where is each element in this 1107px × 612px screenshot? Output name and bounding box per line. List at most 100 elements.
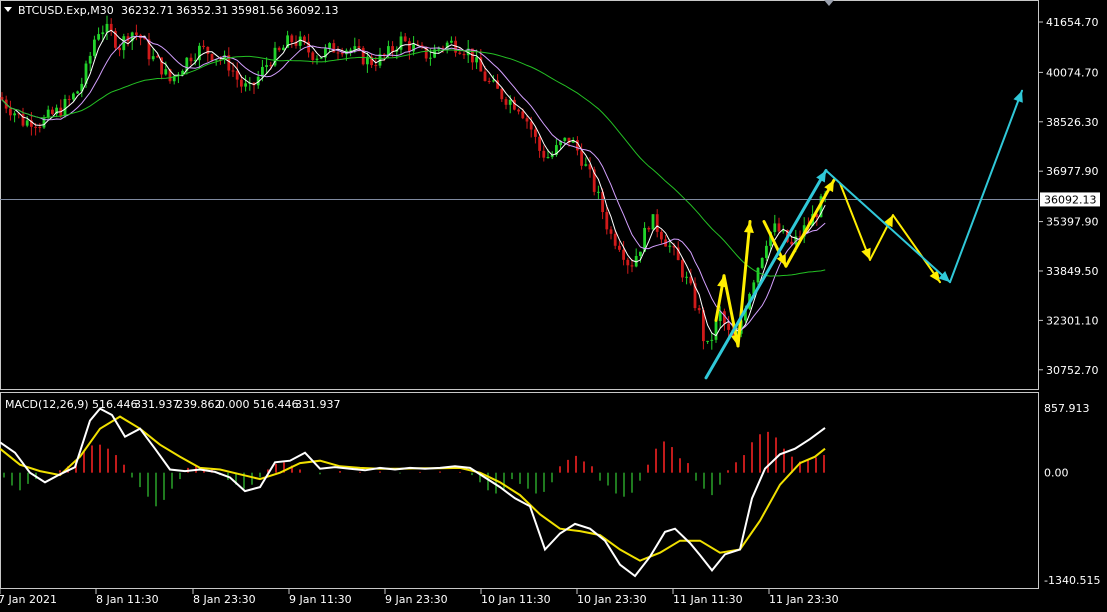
candle-body (458, 52, 462, 54)
chart-background (0, 0, 1107, 608)
candle-body (534, 129, 537, 137)
ohlc-close: 36092.13 (286, 4, 339, 17)
candle-body (710, 339, 714, 341)
candle-body (647, 227, 651, 230)
candle-body (25, 120, 29, 126)
macd-value-1: 516.446 (92, 398, 138, 411)
candle-body (408, 41, 411, 52)
candle-body (563, 137, 567, 141)
candle-body (525, 118, 529, 122)
candle-body (462, 53, 466, 56)
candle-body (760, 257, 764, 268)
candle-body (618, 245, 621, 250)
candle-body (681, 260, 684, 278)
candle-body (504, 99, 508, 105)
candle-body (622, 249, 625, 260)
candle-body (156, 56, 159, 58)
candle-body (311, 52, 315, 60)
candle-body (538, 136, 541, 151)
candle-body (97, 34, 100, 40)
price-tick-label: 30752.70 (1046, 364, 1099, 377)
candle-body (357, 46, 361, 48)
candle-body (580, 150, 583, 166)
symbol-label: BTCUSD.Exp,M30 (18, 4, 114, 17)
candle-body (235, 70, 239, 80)
candle-body (508, 99, 512, 105)
macd-tick-label: 857.913 (1044, 402, 1090, 415)
candle-body (72, 93, 75, 100)
candle-body (387, 46, 390, 55)
time-tick-label: 8 Jan 23:30 (193, 593, 256, 606)
candle-body (765, 245, 768, 258)
candle-body (697, 308, 701, 311)
candle-body (777, 223, 781, 232)
price-axis: 41654.70 40074.70 38526.30 36977.90 35397.90… (1038, 16, 1100, 377)
macd-title: MACD(12,26,9) (5, 398, 89, 411)
time-tick-label: 7 Jan 2021 (0, 593, 57, 606)
price-tick-label: 41654.70 (1046, 16, 1099, 29)
candle-body (639, 251, 642, 256)
candle-body (101, 32, 105, 35)
candle-body (328, 43, 331, 49)
price-tick-label: 36977.90 (1046, 165, 1099, 178)
candle-body (487, 81, 491, 83)
candle-body (277, 47, 281, 51)
current-price-label: 36092.13 (1044, 193, 1097, 206)
macd-value-6: 331.937 (295, 398, 341, 411)
candle-body (46, 109, 50, 118)
candle-body (38, 126, 42, 128)
candle-body (164, 69, 168, 75)
candle-body (521, 111, 525, 119)
candle-body (651, 214, 655, 230)
time-tick-label: 9 Jan 23:30 (385, 593, 448, 606)
candle-body (151, 56, 155, 60)
candle-body (340, 52, 344, 55)
candle-body (584, 164, 588, 166)
candle-body (546, 157, 550, 159)
candle-body (202, 45, 205, 47)
candle-body (13, 113, 16, 116)
price-tick-label: 38526.30 (1046, 116, 1099, 129)
candle-body (349, 49, 352, 51)
macd-value-5: 516.446 (253, 398, 299, 411)
candle-body (609, 229, 613, 234)
price-tick-label: 35397.90 (1046, 216, 1099, 229)
ohlc-low: 35981.56 (231, 4, 284, 17)
candle-body (265, 65, 268, 67)
chart-canvas[interactable]: BTCUSD.Exp,M30 36232.71 36352.31 35981.5… (0, 0, 1107, 608)
candle-body (282, 47, 285, 51)
candle-body (118, 47, 121, 51)
candle-body (244, 83, 247, 87)
candle-body (93, 39, 96, 56)
time-tick-label: 10 Jan 11:30 (481, 593, 551, 606)
trading-chart[interactable]: BTCUSD.Exp,M30 36232.71 36352.31 35981.5… (0, 0, 1107, 608)
time-tick-label: 11 Jan 11:30 (673, 593, 743, 606)
time-tick-label: 8 Jan 11:30 (96, 593, 159, 606)
candle-body (231, 70, 235, 72)
macd-value-4: 0.000 (218, 398, 250, 411)
candle-body (403, 36, 407, 42)
candle-body (483, 71, 487, 82)
candle-body (9, 108, 12, 116)
candle-body (429, 57, 432, 59)
candle-body (597, 191, 600, 193)
candle-body (727, 323, 730, 330)
candle-body (706, 340, 709, 342)
candle-body (668, 245, 672, 247)
candle-body (353, 46, 357, 50)
candle-body (34, 126, 37, 128)
candle-body (391, 46, 394, 52)
time-tick-label: 9 Jan 11:30 (289, 593, 352, 606)
candle-body (450, 40, 453, 43)
candle-body (290, 35, 294, 43)
candle-body (67, 98, 71, 100)
candle-body (613, 233, 617, 246)
ohlc-high: 36352.31 (176, 4, 229, 17)
time-tick-label: 10 Jan 23:30 (577, 593, 647, 606)
candle-body (517, 109, 520, 112)
candle-body (315, 58, 319, 60)
price-tick-label: 32301.10 (1046, 314, 1099, 327)
macd-tick-label: -1340.515 (1044, 574, 1100, 587)
candle-body (76, 91, 79, 94)
candle-body (63, 98, 67, 116)
